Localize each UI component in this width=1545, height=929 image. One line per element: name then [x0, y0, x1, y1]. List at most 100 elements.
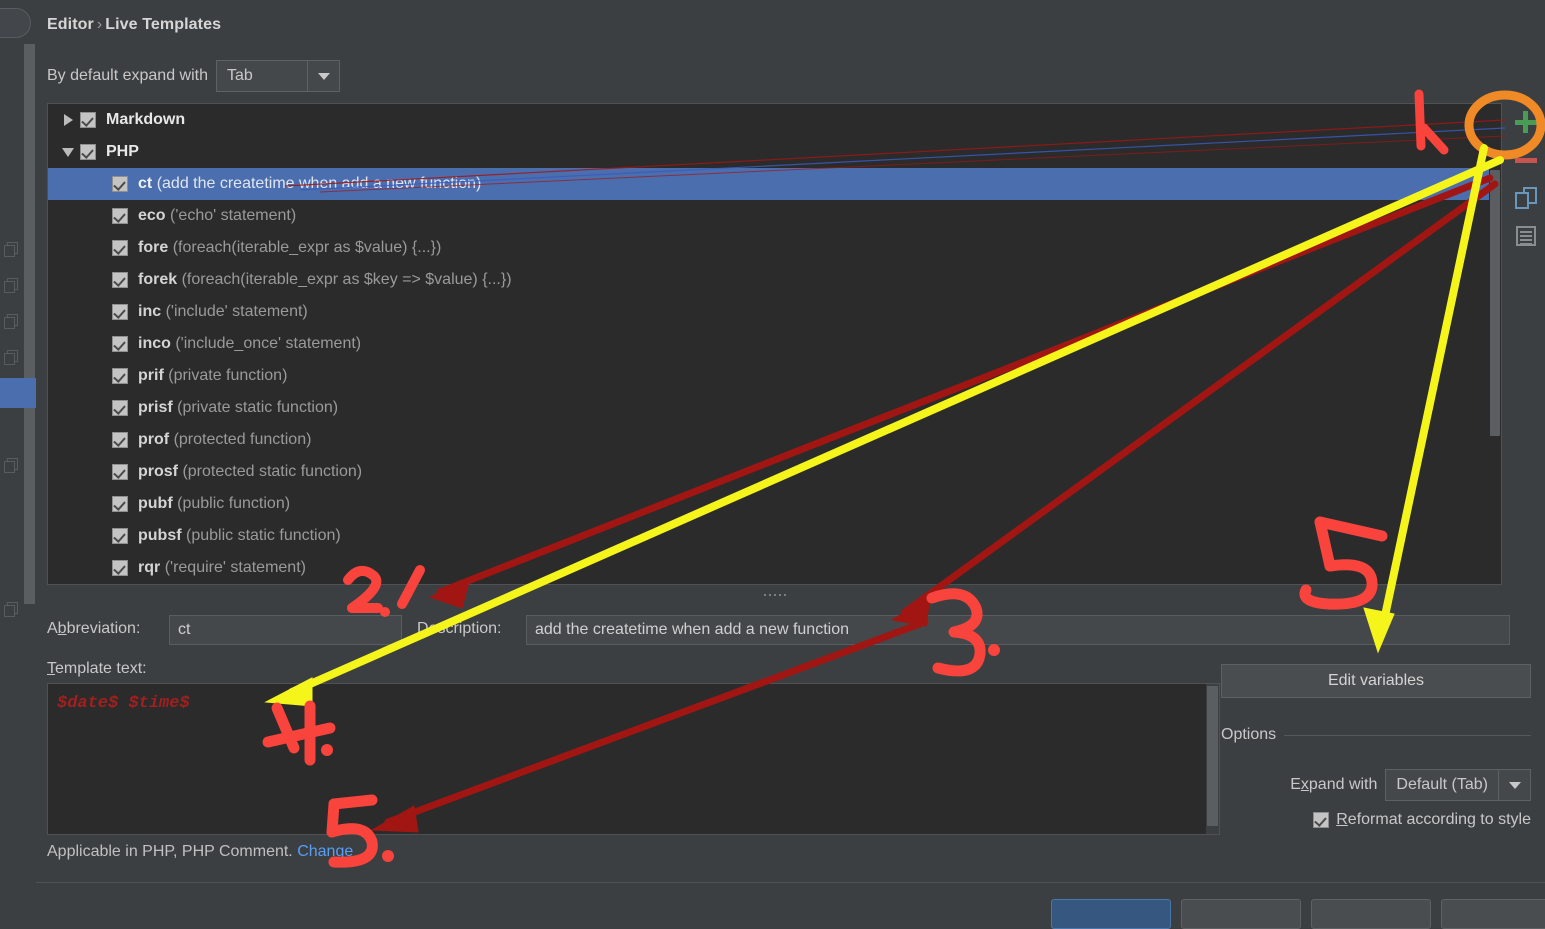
default-expand-combo[interactable]: Tab — [216, 60, 340, 92]
applicable-text: Applicable in PHP, PHP Comment. — [47, 843, 293, 860]
template-description: ('require' statement) — [164, 559, 306, 576]
background-list-icon — [4, 242, 20, 257]
template-row-label: fore (foreach(iterable_expr as $value) {… — [138, 239, 441, 257]
template-item-row[interactable]: ct (add the createtime when add a new fu… — [48, 168, 1501, 200]
template-checkbox[interactable] — [112, 496, 128, 512]
template-checkbox[interactable] — [112, 464, 128, 480]
template-row-label: inco ('include_once' statement) — [138, 335, 361, 353]
template-item-row[interactable]: inc ('include' statement) — [48, 296, 1501, 328]
template-item-row[interactable]: rqr ('require' statement) — [48, 552, 1501, 584]
duplicate-template-button[interactable] — [1506, 179, 1545, 217]
templates-scrollbar-thumb[interactable] — [1490, 170, 1500, 436]
add-template-button[interactable] — [1506, 103, 1545, 141]
template-item-row[interactable]: eco ('echo' statement) — [48, 200, 1501, 232]
template-text-area[interactable]: $date$ $time$ — [47, 683, 1220, 835]
template-item-row[interactable]: prof (protected function) — [48, 424, 1501, 456]
template-item-row[interactable]: pubsf (public static function) — [48, 520, 1501, 552]
expand-with-combo[interactable]: Default (Tab) — [1385, 769, 1531, 801]
template-checkbox[interactable] — [80, 144, 96, 160]
breadcrumb-root[interactable]: Editor — [47, 16, 94, 33]
template-row-label: PHP — [106, 143, 139, 161]
expand-with-row: Expand with Default (Tab) — [1221, 769, 1531, 801]
expand-with-value: Default (Tab) — [1396, 776, 1488, 793]
applicable-change-link[interactable]: Change — [297, 843, 353, 860]
template-description: (public function) — [177, 495, 291, 512]
abbreviation-field[interactable]: ct — [169, 615, 402, 645]
chevron-down-icon[interactable] — [56, 147, 80, 157]
default-expand-row: By default expand with Tab — [47, 60, 340, 92]
background-list-icon — [4, 602, 20, 617]
template-abbreviation: inco — [138, 335, 171, 352]
background-list-icon — [4, 350, 20, 365]
templates-tree[interactable]: Markdown PHP ct (add the createtime when a… — [47, 103, 1502, 585]
chevron-down-icon[interactable] — [307, 61, 339, 91]
description-label: Description: — [417, 620, 502, 637]
template-abbreviation: forek — [138, 271, 178, 288]
template-item-row[interactable]: fore (foreach(iterable_expr as $value) {… — [48, 232, 1501, 264]
template-checkbox[interactable] — [112, 400, 128, 416]
reformat-label: Reformat according to style — [1336, 811, 1531, 828]
template-checkbox[interactable] — [112, 528, 128, 544]
template-checkbox[interactable] — [112, 208, 128, 224]
template-checkbox[interactable] — [112, 176, 128, 192]
template-row-label: forek (foreach(iterable_expr as $key => … — [138, 271, 512, 289]
options-group-title: Options — [1221, 726, 1277, 743]
abbreviation-mnemonic: b — [57, 620, 67, 637]
cancel-button[interactable] — [1181, 899, 1301, 929]
background-tool-strip — [0, 0, 36, 914]
ok-button[interactable] — [1051, 899, 1171, 929]
template-description: ('include_once' statement) — [175, 335, 362, 352]
template-text-scrollbar-thumb[interactable] — [1207, 686, 1218, 826]
background-list-icon — [4, 278, 20, 293]
templates-scrollbar[interactable] — [1489, 104, 1501, 584]
template-checkbox[interactable] — [112, 432, 128, 448]
template-text-value: $date$ $time$ — [57, 694, 190, 713]
template-row-label: inc ('include' statement) — [138, 303, 308, 321]
template-description: ('include' statement) — [165, 303, 308, 320]
template-row-label: ct (add the createtime when add a new fu… — [138, 175, 481, 193]
edit-template-group-button[interactable] — [1506, 217, 1545, 255]
template-row-label: eco ('echo' statement) — [138, 207, 296, 225]
reformat-checkbox[interactable] — [1313, 812, 1330, 828]
abbreviation-label: Abbreviation: — [47, 620, 141, 637]
options-group-header: Options — [1221, 726, 1531, 744]
description-field[interactable]: add the createtime when add a new functi… — [526, 615, 1510, 645]
template-text-label: Template text: — [47, 660, 147, 677]
chevron-down-icon[interactable] — [1498, 770, 1530, 800]
description-mnemonic: D — [417, 620, 429, 637]
template-item-row[interactable]: forek (foreach(iterable_expr as $key => … — [48, 264, 1501, 296]
splitter-handle[interactable] — [47, 588, 1502, 602]
edit-variables-button[interactable]: Edit variables — [1221, 664, 1531, 698]
template-row-label: prif (private function) — [138, 367, 287, 385]
template-row-label: prof (protected function) — [138, 431, 311, 449]
template-abbreviation: prof — [138, 431, 170, 448]
template-checkbox[interactable] — [112, 560, 128, 576]
template-text-scrollbar[interactable] — [1206, 684, 1219, 834]
template-group-row[interactable]: Markdown — [48, 104, 1501, 136]
remove-template-button[interactable] — [1506, 141, 1545, 179]
template-item-row[interactable]: prif (private function) — [48, 360, 1501, 392]
background-list-icon — [4, 314, 20, 329]
template-checkbox[interactable] — [112, 272, 128, 288]
template-item-row[interactable]: inco ('include_once' statement) — [48, 328, 1501, 360]
template-item-row[interactable]: prisf (private static function) — [48, 392, 1501, 424]
template-checkbox[interactable] — [112, 240, 128, 256]
template-item-row[interactable]: pubf (public function) — [48, 488, 1501, 520]
document-list-icon — [1515, 226, 1536, 246]
template-checkbox[interactable] — [112, 336, 128, 352]
template-checkbox[interactable] — [112, 368, 128, 384]
chevron-right-icon[interactable] — [56, 114, 80, 126]
template-checkbox[interactable] — [80, 112, 96, 128]
template-checkbox[interactable] — [112, 304, 128, 320]
help-button[interactable] — [1441, 899, 1545, 929]
expand-with-mnemonic: x — [1300, 776, 1309, 793]
reformat-option-row[interactable]: Reformat according to style — [1221, 811, 1531, 829]
apply-button[interactable] — [1311, 899, 1431, 929]
template-item-row[interactable]: prosf (protected static function) — [48, 456, 1501, 488]
template-group-row[interactable]: PHP — [48, 136, 1501, 168]
template-abbreviation: pubf — [138, 495, 173, 512]
minus-icon — [1514, 157, 1537, 163]
background-scrollbar[interactable] — [24, 44, 35, 604]
template-abbreviation: rqr — [138, 559, 161, 576]
options-group-rule — [1284, 734, 1531, 736]
